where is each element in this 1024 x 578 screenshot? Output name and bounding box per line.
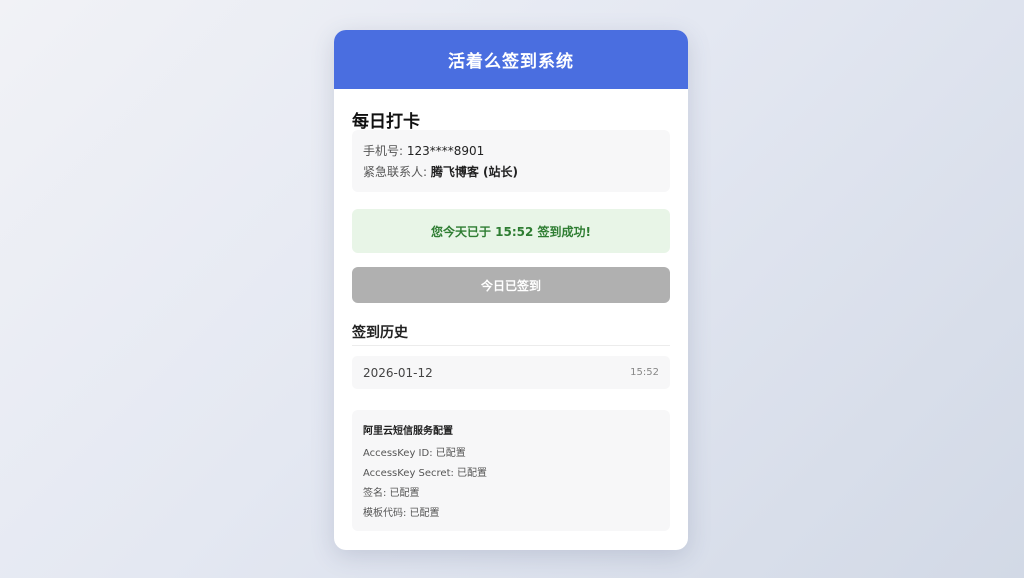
config-accesskey-id: AccessKey ID: 已配置 (363, 448, 466, 459)
app-title: 活着么签到系统 (448, 52, 574, 72)
contact-label: 紧急联系人: (363, 165, 431, 179)
contact-line: 紧急联系人: 腾飞博客 (站长) (363, 163, 518, 180)
app-header: 活着么签到系统 (334, 30, 688, 89)
phone-line: 手机号: 123****8901 (363, 142, 484, 159)
history-divider (352, 345, 670, 346)
success-text: 您今天已于 15:52 签到成功! (430, 224, 592, 239)
checkin-card: 活着么签到系统 每日打卡 手机号: 123****8901 紧急联系人: 腾飞博… (334, 30, 688, 550)
user-info-box: 手机号: 123****8901 紧急联系人: 腾飞博客 (站长) (352, 130, 670, 192)
success-message: 您今天已于 15:52 签到成功! (352, 209, 670, 253)
config-template-code: 模板代码: 已配置 (363, 508, 440, 519)
history-date: 2026-01-12 (363, 365, 433, 380)
phone-value: 123****8901 (406, 144, 485, 158)
checkin-button-label: 今日已签到 (480, 278, 541, 293)
phone-label: 手机号: (363, 144, 407, 158)
sms-config-title: 阿里云短信服务配置 (363, 426, 453, 437)
daily-checkin-title: 每日打卡 (352, 112, 420, 132)
card-body: 每日打卡 手机号: 123****8901 紧急联系人: 腾飞博客 (站长) 您… (334, 89, 688, 550)
sms-config-box: 阿里云短信服务配置 AccessKey ID: 已配置 AccessKey Se… (352, 410, 670, 531)
contact-value: 腾飞博客 (站长) (430, 165, 519, 179)
history-title: 签到历史 (352, 325, 408, 341)
config-signature: 签名: 已配置 (363, 488, 420, 499)
history-time: 15:52 (630, 367, 659, 378)
history-row: 2026-01-12 15:52 (352, 356, 670, 389)
checkin-button[interactable]: 今日已签到 (352, 267, 670, 303)
config-accesskey-secret: AccessKey Secret: 已配置 (363, 468, 488, 479)
